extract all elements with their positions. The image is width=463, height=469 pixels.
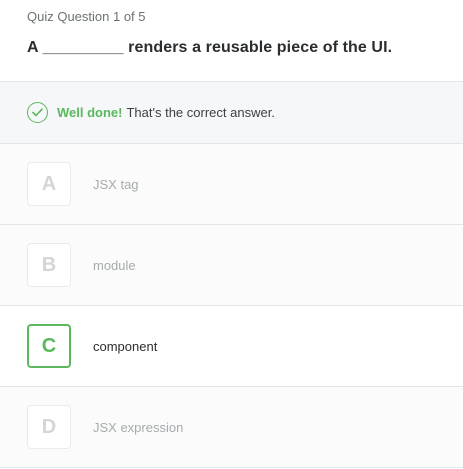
option-letter: A: [27, 162, 71, 206]
answer-option-b: B module: [0, 225, 463, 306]
answer-option-c[interactable]: C component: [0, 306, 463, 387]
option-letter: C: [27, 324, 71, 368]
option-label: module: [93, 257, 136, 273]
quiz-panel: Quiz Question 1 of 5 A _________ renders…: [0, 0, 463, 469]
check-circle-icon: [27, 102, 48, 123]
option-label: component: [93, 338, 158, 354]
feedback-message: That's the correct answer.: [126, 105, 275, 120]
question-text: A _________ renders a reusable piece of …: [27, 39, 393, 56]
quiz-header: Quiz Question 1 of 5 A _________ renders…: [0, 0, 463, 82]
answer-option-d: D JSX expression: [0, 387, 463, 468]
question-counter: Quiz Question 1 of 5: [27, 9, 146, 24]
feedback-text: Well done! That's the correct answer.: [57, 105, 275, 120]
option-label: JSX tag: [93, 176, 139, 192]
option-label: JSX expression: [93, 419, 184, 435]
feedback-status: Well done!: [57, 105, 123, 120]
feedback-banner: Well done! That's the correct answer.: [0, 82, 463, 144]
option-letter: B: [27, 243, 71, 287]
option-letter: D: [27, 405, 71, 449]
answer-option-a: A JSX tag: [0, 144, 463, 225]
